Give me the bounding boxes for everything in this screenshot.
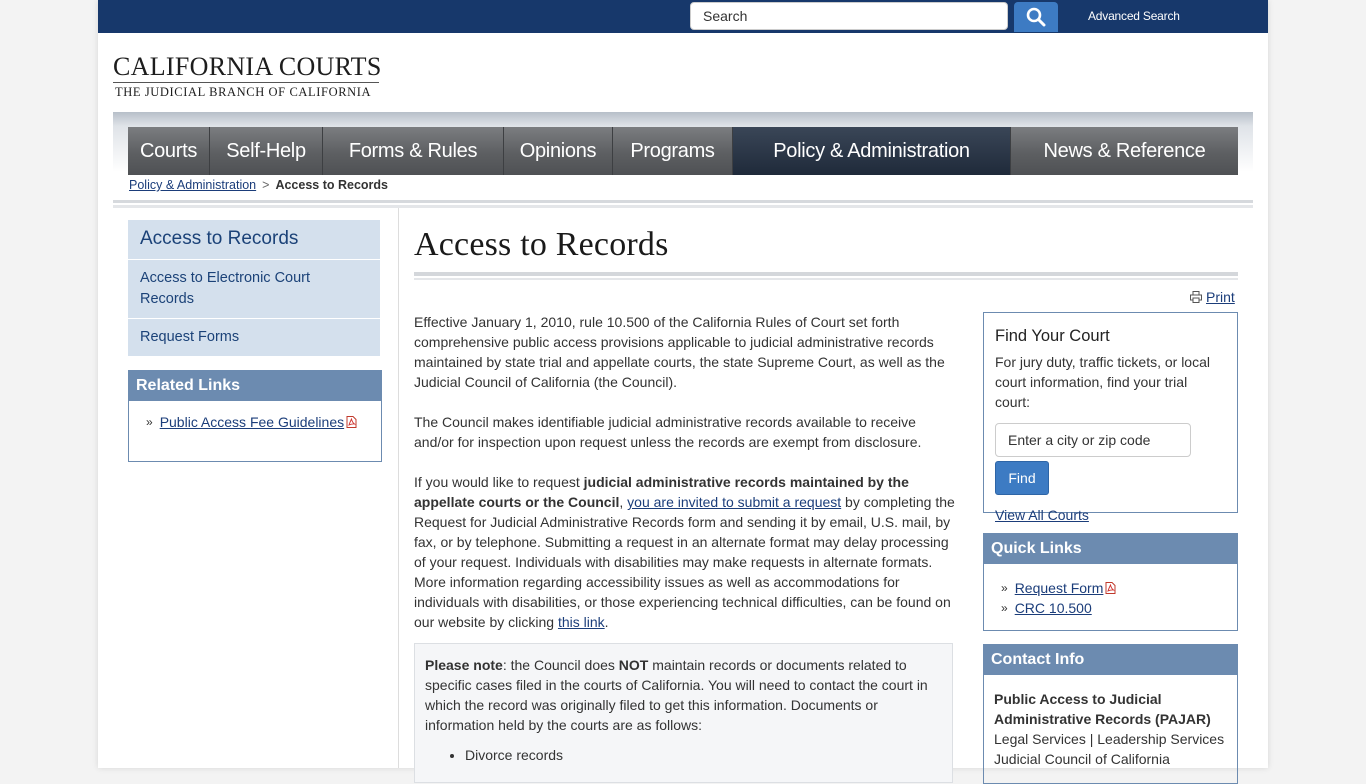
list-item: » Public Access Fee Guidelines bbox=[146, 412, 381, 432]
quick-links-list: » Request Form » CRC 10.500 bbox=[984, 564, 1237, 618]
page-title: Access to Records bbox=[414, 226, 669, 263]
main-content: Effective January 1, 2010, rule 10.500 o… bbox=[414, 312, 956, 652]
contact-info-box: Contact Info Public Access to Judicial A… bbox=[983, 644, 1238, 784]
contact-line: Legal Services | Leadership Services bbox=[994, 731, 1225, 747]
text-segment: If you would like to request bbox=[414, 474, 584, 490]
find-your-court-title: Find Your Court bbox=[995, 327, 1110, 345]
logo-divider bbox=[113, 82, 379, 83]
view-all-courts-link[interactable]: View All Courts bbox=[995, 507, 1226, 523]
site-logo-subtitle: THE JUDICIAL BRANCH OF CALIFORNIA bbox=[115, 85, 372, 99]
breadcrumb-separator: > bbox=[262, 178, 270, 192]
note-emphasis: NOT bbox=[618, 657, 649, 673]
search-button[interactable] bbox=[1014, 2, 1058, 32]
print-link-label[interactable]: Print bbox=[1206, 289, 1235, 305]
subnav-item-request-forms[interactable]: Request Forms bbox=[128, 319, 380, 356]
section-subnav: Access to Records Access to Electronic C… bbox=[128, 220, 380, 356]
top-bar: Search Advanced Search bbox=[98, 0, 1268, 33]
note-label: Please note bbox=[425, 657, 503, 673]
nav-news-reference[interactable]: News & Reference bbox=[1011, 127, 1238, 175]
header-divider-secondary bbox=[113, 205, 1253, 208]
contact-info-heading: Contact Info bbox=[984, 645, 1237, 675]
print-link[interactable]: Print bbox=[1190, 289, 1235, 305]
accessibility-link[interactable]: this link bbox=[558, 614, 605, 630]
nav-policy-administration[interactable]: Policy & Administration bbox=[733, 127, 1011, 175]
search-icon bbox=[1026, 7, 1046, 27]
find-button[interactable]: Find bbox=[995, 461, 1049, 495]
paragraph-effective-date: Effective January 1, 2010, rule 10.500 o… bbox=[414, 314, 945, 390]
public-access-fee-guidelines-link[interactable]: Public Access Fee Guidelines bbox=[160, 412, 344, 432]
list-item: » CRC 10.500 bbox=[1001, 598, 1237, 618]
city-zip-input[interactable]: Enter a city or zip code bbox=[995, 423, 1191, 457]
text-segment: by completing the Request for Judicial A… bbox=[414, 494, 955, 630]
find-your-court-box: Find Your Court For jury duty, traffic t… bbox=[983, 312, 1238, 523]
printer-icon bbox=[1190, 291, 1202, 303]
search-input[interactable]: Search bbox=[690, 2, 1008, 30]
quick-links-box: Quick Links » Request Form » CRC 10.500 bbox=[983, 533, 1238, 631]
crc-10500-link[interactable]: CRC 10.500 bbox=[1015, 598, 1092, 618]
text-segment: , bbox=[619, 494, 628, 510]
note-text: Please note: the Council does NOT mainta… bbox=[425, 655, 942, 735]
page: Search Advanced Search CALIFORNIA COURTS… bbox=[98, 0, 1268, 784]
paragraph-request-info: If you would like to request judicial ad… bbox=[414, 472, 956, 632]
column-divider bbox=[398, 208, 399, 768]
list-item: Divorce records bbox=[465, 745, 942, 765]
contact-org: Public Access to Judicial Administrative… bbox=[994, 691, 1211, 727]
pdf-icon bbox=[1105, 582, 1116, 594]
subnav-title[interactable]: Access to Records bbox=[128, 220, 380, 260]
title-divider bbox=[414, 272, 1238, 276]
nav-courts[interactable]: Courts bbox=[128, 127, 210, 175]
related-links-list: » Public Access Fee Guidelines bbox=[129, 401, 381, 432]
submit-request-link[interactable]: you are invited to submit a request bbox=[627, 494, 841, 510]
pdf-icon bbox=[346, 416, 357, 428]
text-segment: : the Council does bbox=[502, 657, 619, 673]
breadcrumb: Policy & Administration > Access to Record… bbox=[129, 178, 388, 192]
chevron-right-icon: » bbox=[1001, 601, 1008, 615]
list-item: » Request Form bbox=[1001, 578, 1237, 598]
related-links-heading: Related Links bbox=[129, 371, 381, 401]
contact-info-body: Public Access to Judicial Administrative… bbox=[984, 675, 1237, 783]
advanced-search-link[interactable]: Advanced Search bbox=[1088, 9, 1180, 23]
please-note-box: Please note: the Council does NOT mainta… bbox=[414, 643, 953, 783]
find-your-court-description: For jury duty, traffic tickets, or local… bbox=[995, 354, 1210, 410]
text-segment: . bbox=[604, 614, 609, 630]
header-divider bbox=[113, 200, 1253, 203]
nav-opinions[interactable]: Opinions bbox=[504, 127, 613, 175]
breadcrumb-parent-link[interactable]: Policy & Administration bbox=[129, 178, 256, 192]
breadcrumb-current: Access to Records bbox=[275, 178, 389, 192]
related-links-box: Related Links » Public Access Fee Guidel… bbox=[128, 370, 382, 462]
quick-links-heading: Quick Links bbox=[984, 534, 1237, 564]
site-logo-title[interactable]: CALIFORNIA COURTS bbox=[113, 52, 382, 82]
title-divider-secondary bbox=[414, 278, 1238, 280]
nav-forms-rules[interactable]: Forms & Rules bbox=[323, 127, 504, 175]
chevron-right-icon: » bbox=[146, 415, 153, 429]
request-form-link[interactable]: Request Form bbox=[1015, 578, 1104, 598]
contact-line: Judicial Council of California bbox=[994, 751, 1170, 767]
main-nav: Courts Self-Help Forms & Rules Opinions … bbox=[128, 127, 1238, 175]
subnav-item-electronic-records[interactable]: Access to Electronic Court Records bbox=[128, 260, 380, 319]
chevron-right-icon: » bbox=[1001, 581, 1008, 595]
nav-self-help[interactable]: Self-Help bbox=[210, 127, 323, 175]
note-list: Divorce records bbox=[425, 745, 942, 765]
nav-programs[interactable]: Programs bbox=[613, 127, 733, 175]
paragraph-council-records: The Council makes identifiable judicial … bbox=[414, 414, 922, 450]
